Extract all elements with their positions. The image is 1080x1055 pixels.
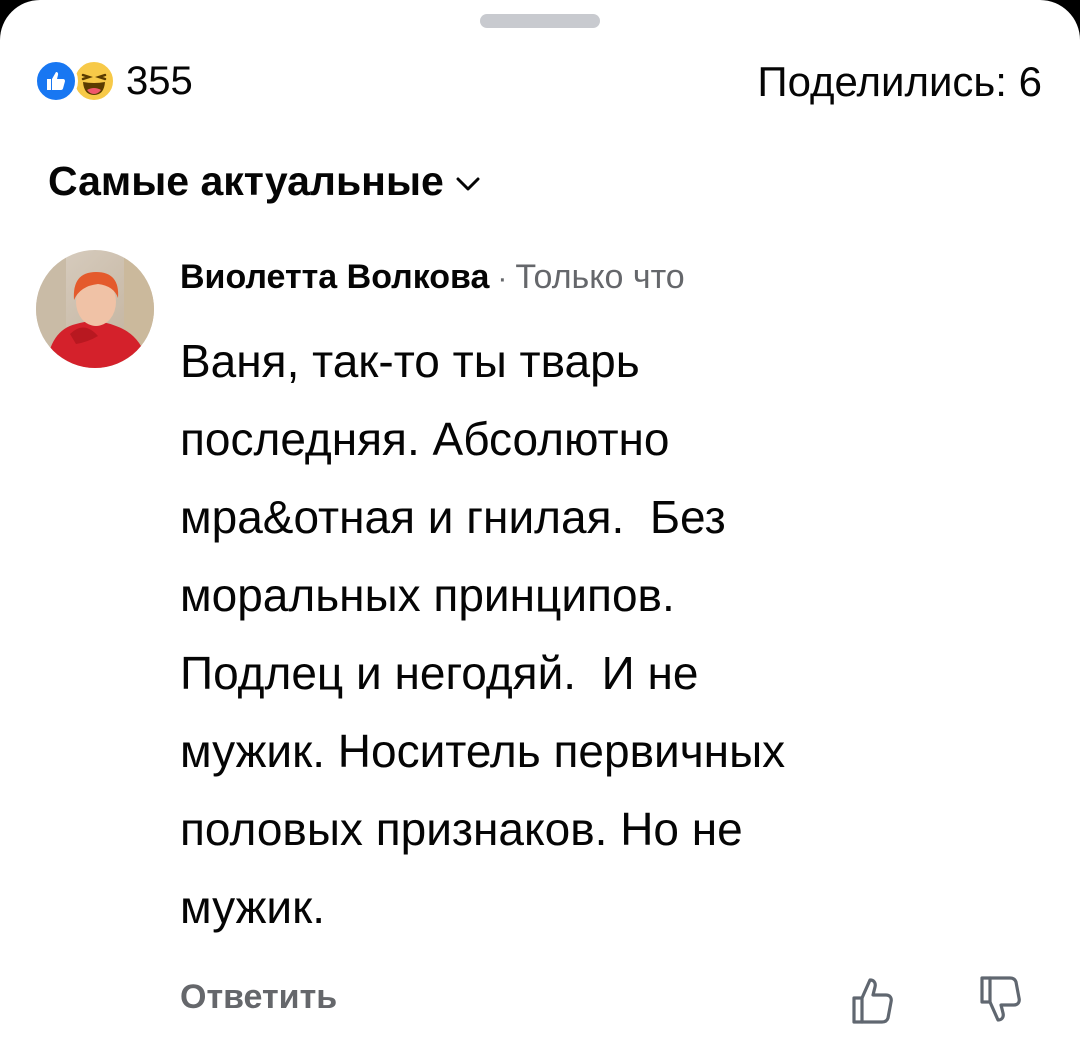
like-reaction-icon [34,59,78,103]
thumbs-down-icon[interactable] [976,972,1026,1028]
comment-author[interactable]: Виолетта Волкова [180,258,489,297]
sort-label: Самые актуальные [48,158,444,204]
thumbs-up-icon[interactable] [848,972,898,1028]
shares-count[interactable]: Поделились: 6 [757,58,1042,106]
comment-timestamp: Только что [515,258,685,296]
chevron-down-icon [456,177,480,190]
reaction-count: 355 [126,58,193,103]
avatar[interactable] [36,250,154,368]
reply-button[interactable]: Ответить [180,978,337,1017]
comment-header: Виолетта Волкова · Только что [180,258,685,297]
reactions-summary[interactable]: 355 [34,56,193,106]
haha-reaction-icon [72,59,116,103]
separator-dot: · [497,262,508,295]
drag-handle[interactable] [480,14,600,28]
sort-dropdown[interactable]: Самые актуальные [48,158,480,205]
comment-text: Ваня, так-то ты тварь последняя. Абсолют… [180,335,786,933]
comments-sheet: 355 Поделились: 6 Самые актуальные Виоле… [0,0,1080,1055]
